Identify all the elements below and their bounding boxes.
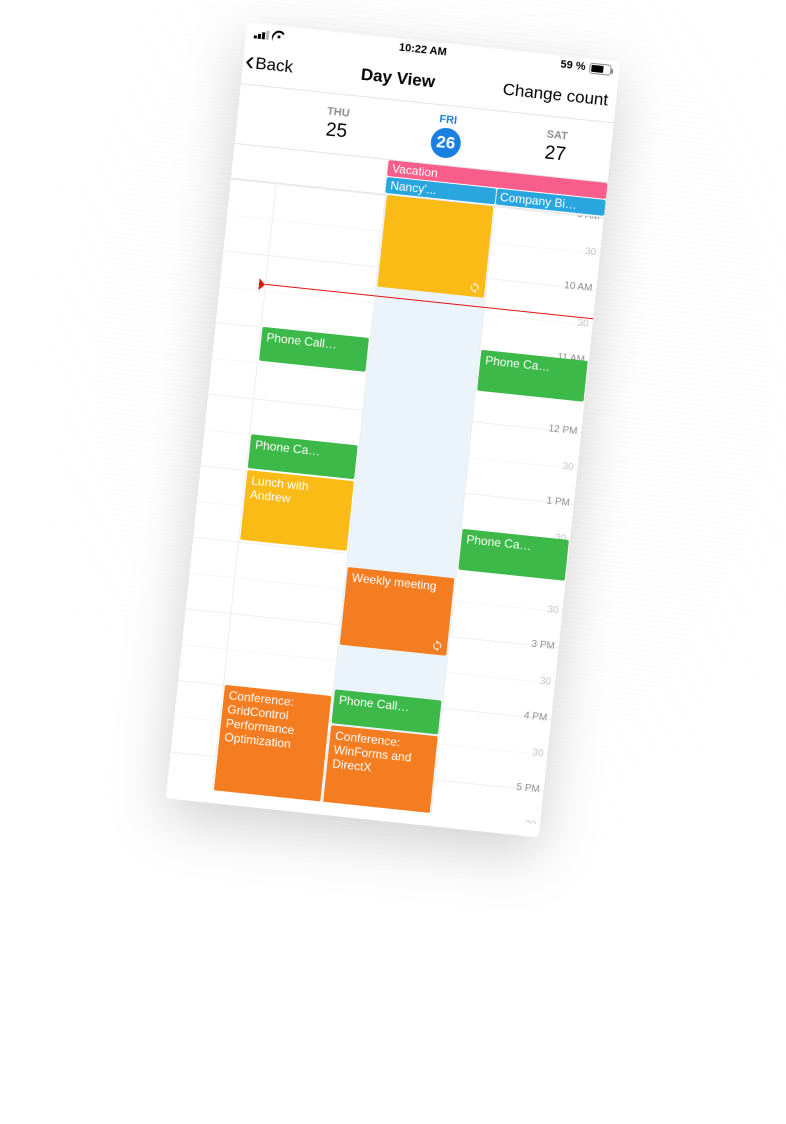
- time-grid[interactable]: 9 AM3010 AM3011 AM3012 PM301 PM302 PM303…: [167, 179, 604, 825]
- event-title: Phone Call…: [338, 693, 436, 717]
- wifi-icon: [273, 28, 286, 41]
- event-title: Conference: WinForms and DirectX: [332, 728, 433, 780]
- event-title: Phone Ca…: [254, 438, 352, 462]
- back-button[interactable]: ‹ Back: [244, 50, 294, 80]
- calendar-event[interactable]: Conference: GridControl Performance Opti…: [206, 685, 331, 825]
- event-title: Phone Ca…: [485, 353, 583, 377]
- status-time: 10:22 AM: [398, 42, 447, 59]
- event-title: Phone Call…: [266, 330, 364, 354]
- event-title: Phone Ca…: [466, 532, 564, 556]
- day-column-sat[interactable]: SAT 27: [498, 112, 614, 182]
- change-count-button[interactable]: Change count: [502, 79, 613, 110]
- battery-fill: [591, 64, 603, 72]
- recurring-icon: [468, 281, 481, 294]
- day-column-thu[interactable]: THU 25: [279, 89, 395, 159]
- back-label: Back: [254, 53, 294, 77]
- day-of-week-label: FRI: [439, 113, 458, 127]
- battery-label: 59 %: [560, 59, 586, 74]
- cellular-signal-icon: [254, 28, 270, 40]
- recurring-icon: [431, 639, 444, 652]
- day-number: 27: [544, 142, 567, 166]
- event-title: Lunch with Andrew: [249, 474, 348, 512]
- calendar-event[interactable]: Conference: WinForms and DirectX: [316, 725, 438, 825]
- calendar-event[interactable]: Lunch with Andrew: [240, 470, 354, 551]
- phone-frame: 10:22 AM 59 % ‹ Back Day View Change cou…: [166, 23, 620, 838]
- calendar-event[interactable]: [377, 195, 493, 297]
- day-of-week-label: THU: [327, 105, 351, 119]
- calendar-event[interactable]: Phone Ca…: [477, 350, 588, 402]
- event-title: Conference: GridControl Performance Opti…: [224, 688, 326, 754]
- page-title: Day View: [360, 64, 436, 92]
- battery-indicator: 59 %: [560, 59, 612, 76]
- calendar-event[interactable]: Phone Ca…: [458, 529, 569, 581]
- day-number: 26: [429, 126, 462, 159]
- day-of-week-label: SAT: [546, 128, 568, 142]
- day-number: 25: [325, 119, 348, 143]
- day-column-fri[interactable]: FRI 26: [389, 100, 505, 170]
- event-title: Weekly meeting: [351, 571, 449, 595]
- calendar-event[interactable]: Phone Call…: [259, 327, 369, 372]
- calendar-event[interactable]: Weekly meeting: [340, 567, 454, 655]
